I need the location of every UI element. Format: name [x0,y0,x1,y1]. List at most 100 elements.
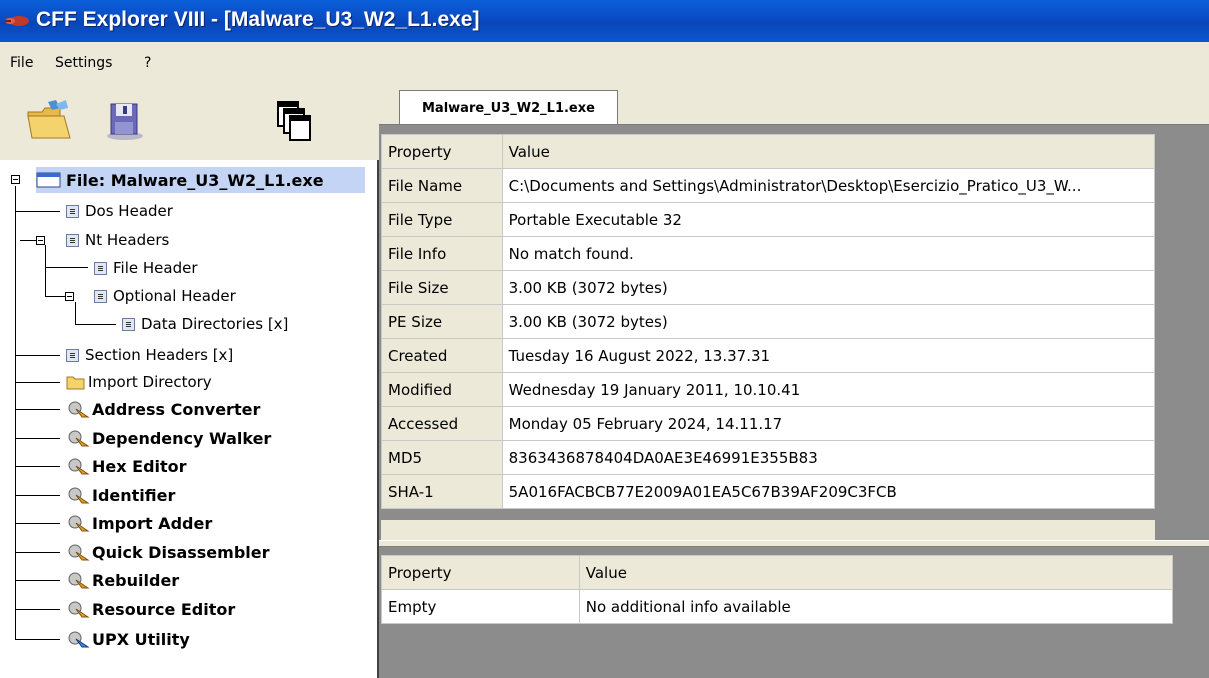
header-icon [94,261,107,275]
property-cell: SHA-1 [381,474,503,509]
tree-item-label: Optional Header [113,287,236,305]
save-disk-icon[interactable] [103,98,147,142]
table-row[interactable]: File Size 3.00 KB (3072 bytes) [381,270,1156,305]
title-bar: CFF Explorer VIII - [Malware_U3_W2_L1.ex… [0,0,1209,42]
value-cell: No match found. [501,236,1156,271]
menu-help[interactable]: ? [144,55,151,71]
header-icon [122,317,135,331]
menu-settings[interactable]: Settings [55,55,112,71]
table-row[interactable]: File Info No match found. [381,236,1156,271]
tool-icon [68,487,90,504]
property-cell: File Type [381,202,503,237]
properties-table: Property Value File Name C:\Documents and… [381,134,1156,509]
window-title: CFF Explorer VIII - [Malware_U3_W2_L1.ex… [36,8,480,31]
tree-item-section-headers[interactable]: Section Headers [x] [66,342,233,368]
tree-item-hex-editor[interactable]: Hex Editor [66,453,187,479]
value-cell: 3.00 KB (3072 bytes) [501,304,1156,339]
tree-root-file[interactable]: File: Malware_U3_W2_L1.exe [36,167,365,193]
tree-item-nt-headers[interactable]: Nt Headers [66,227,169,253]
tree-item-label: Section Headers [x] [85,346,234,364]
windows-cascade-icon[interactable] [274,98,314,144]
tree-item-file-header[interactable]: File Header [94,255,198,281]
menu-file[interactable]: File [10,55,33,71]
tree-item-label: Import Adder [92,513,213,533]
value-cell: No additional info available [578,589,1174,624]
header-icon [66,348,79,362]
header-icon [66,233,79,247]
property-cell: Empty [381,589,580,624]
column-header-property[interactable]: Property [381,555,580,590]
tool-icon [68,458,90,475]
tree-item-label: UPX Utility [92,629,190,649]
property-cell: File Name [381,168,503,203]
info-table: Property Value Empty No additional info … [381,555,1174,624]
table-header-row: Property Value [381,134,1156,169]
tree-item-upx-utility[interactable]: UPX Utility [66,626,190,652]
column-header-value[interactable]: Value [501,134,1156,169]
tool-icon [68,515,90,532]
tool-icon [68,601,90,618]
tree-item-label: Rebuilder [92,570,180,590]
tree-item-label: Quick Disassembler [92,542,270,562]
table-row[interactable]: SHA-1 5A016FACBCB77E2009A01EA5C67B39AF209… [381,474,1156,509]
tree-item-data-directories[interactable]: Data Directories [x] [122,311,288,337]
table-row[interactable]: Empty No additional info available [381,589,1174,624]
table-row[interactable]: Created Tuesday 16 August 2022, 13.37.31 [381,338,1156,373]
tab-label: Malware_U3_W2_L1.exe [422,100,595,116]
open-folder-icon[interactable] [26,98,74,142]
tree-item-label: Identifier [92,485,176,505]
table-row[interactable]: File Name C:\Documents and Settings\Admin… [381,168,1156,203]
value-cell: Monday 05 February 2024, 14.11.17 [501,406,1156,441]
window-file-icon [36,172,61,188]
tree-item-dependency-walker[interactable]: Dependency Walker [66,425,271,451]
root-collapse-toggle[interactable] [11,175,20,184]
tab-file[interactable]: Malware_U3_W2_L1.exe [399,90,618,125]
value-cell: Portable Executable 32 [501,202,1156,237]
tool-icon [68,572,90,589]
table-row[interactable]: Modified Wednesday 19 January 2011, 10.10… [381,372,1156,407]
table-row[interactable]: MD5 8363436878404DA0AE3E46991E355B83 [381,440,1156,475]
value-cell: C:\Documents and Settings\Administrator\… [501,168,1156,203]
column-header-value[interactable]: Value [578,555,1174,590]
tree-item-label: Dependency Walker [92,428,272,448]
tool-icon [68,631,90,648]
table-header-row: Property Value [381,555,1174,590]
tree-item-label: Nt Headers [85,231,170,249]
tree-item-label: Address Converter [92,399,261,419]
tool-icon [68,430,90,447]
tree-item-dos-header[interactable]: Dos Header [66,198,173,224]
property-cell: Accessed [381,406,503,441]
tree-item-label: File Header [113,259,198,277]
property-cell: Modified [381,372,503,407]
header-icon [66,204,79,218]
tree-item-label: Data Directories [x] [141,315,289,333]
table-row[interactable]: PE Size 3.00 KB (3072 bytes) [381,304,1156,339]
property-cell: File Info [381,236,503,271]
value-cell: Wednesday 19 January 2011, 10.10.41 [501,372,1156,407]
tree-item-identifier[interactable]: Identifier [66,482,175,508]
column-header-property[interactable]: Property [381,134,503,169]
table-footer-gap [381,520,1155,540]
tree-item-optional-header[interactable]: Optional Header [94,283,236,309]
tree-item-label: Hex Editor [92,456,187,476]
table-row[interactable]: Accessed Monday 05 February 2024, 14.11.1… [381,406,1156,441]
pane-splitter[interactable] [379,540,1209,547]
folder-icon [66,376,85,390]
tree-item-quick-disassembler[interactable]: Quick Disassembler [66,539,270,565]
table-row[interactable]: File Type Portable Executable 32 [381,202,1156,237]
value-cell: 3.00 KB (3072 bytes) [501,270,1156,305]
tree-item-label: Import Directory [88,373,212,391]
tree-item-import-directory[interactable]: Import Directory [66,369,212,395]
tree-item-import-adder[interactable]: Import Adder [66,510,212,536]
optional-header-collapse-toggle[interactable] [65,292,74,301]
value-cell: 5A016FACBCB77E2009A01EA5C67B39AF209C3FCB [501,474,1156,509]
property-cell: File Size [381,270,503,305]
tree-item-resource-editor[interactable]: Resource Editor [66,596,235,622]
tree-item-rebuilder[interactable]: Rebuilder [66,567,179,593]
tree-item-address-converter[interactable]: Address Converter [66,396,260,422]
property-cell: PE Size [381,304,503,339]
header-icon [94,289,107,303]
value-cell: Tuesday 16 August 2022, 13.37.31 [501,338,1156,373]
tool-icon [68,401,90,418]
nt-headers-collapse-toggle[interactable] [36,236,45,245]
